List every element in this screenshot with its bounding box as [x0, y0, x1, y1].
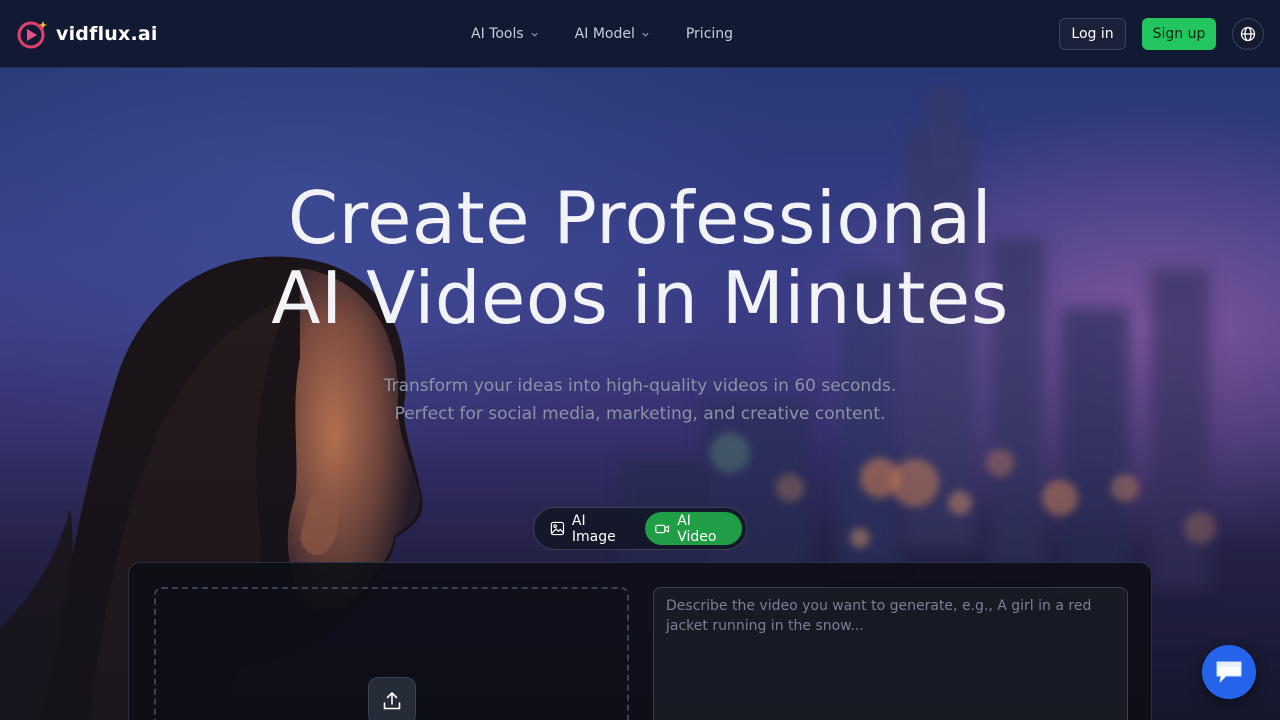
tab-label: AI Video	[677, 512, 717, 545]
chevron-down-icon	[531, 32, 538, 37]
brand-logo[interactable]: vidflux.ai	[16, 18, 158, 50]
main-nav: AI Tools AI Model Pricing	[471, 0, 733, 68]
top-navigation-bar: vidflux.ai AI Tools AI Model Pricing Log…	[0, 0, 1280, 68]
upload-dropzone[interactable]	[154, 587, 629, 720]
brand-name: vidflux.ai	[56, 23, 158, 45]
nav-item-ai-tools[interactable]: AI Tools	[471, 26, 539, 42]
image-icon	[550, 521, 565, 536]
login-button[interactable]: Log in	[1059, 18, 1126, 50]
nav-item-label: AI Tools	[471, 26, 524, 42]
video-prompt-input[interactable]	[653, 587, 1128, 720]
chat-support-button[interactable]	[1202, 645, 1256, 699]
generation-mode-toggle: AI Image AI Video	[533, 507, 747, 550]
globe-icon	[1240, 26, 1256, 42]
chat-icon	[1216, 661, 1242, 683]
tab-ai-image[interactable]: AI Image	[538, 512, 645, 545]
upload-button[interactable]	[368, 677, 416, 720]
chevron-down-icon	[642, 32, 649, 37]
language-button[interactable]	[1232, 18, 1264, 50]
hero-title-line-1: Create Professional	[287, 176, 993, 260]
nav-item-ai-model[interactable]: AI Model	[575, 26, 650, 42]
signup-button[interactable]: Sign up	[1142, 18, 1216, 50]
hero-title-line-2: AI Videos in Minutes	[271, 256, 1009, 340]
video-camera-icon	[655, 524, 670, 533]
tab-ai-video[interactable]: AI Video	[645, 512, 742, 545]
hero-subtitle: Transform your ideas into high-quality v…	[0, 372, 1280, 428]
nav-item-label: AI Model	[574, 26, 635, 42]
tab-label: AI Image	[571, 512, 616, 545]
nav-item-label: Pricing	[685, 26, 734, 42]
hero-subtitle-line-2: Perfect for social media, marketing, and…	[394, 404, 886, 424]
hero-subtitle-line-1: Transform your ideas into high-quality v…	[383, 376, 897, 396]
nav-item-pricing[interactable]: Pricing	[686, 26, 733, 42]
hero-title: Create Professional AI Videos in Minutes	[0, 178, 1280, 338]
play-logo-icon	[17, 21, 47, 49]
upload-icon	[383, 692, 401, 710]
generator-panel	[128, 562, 1152, 720]
